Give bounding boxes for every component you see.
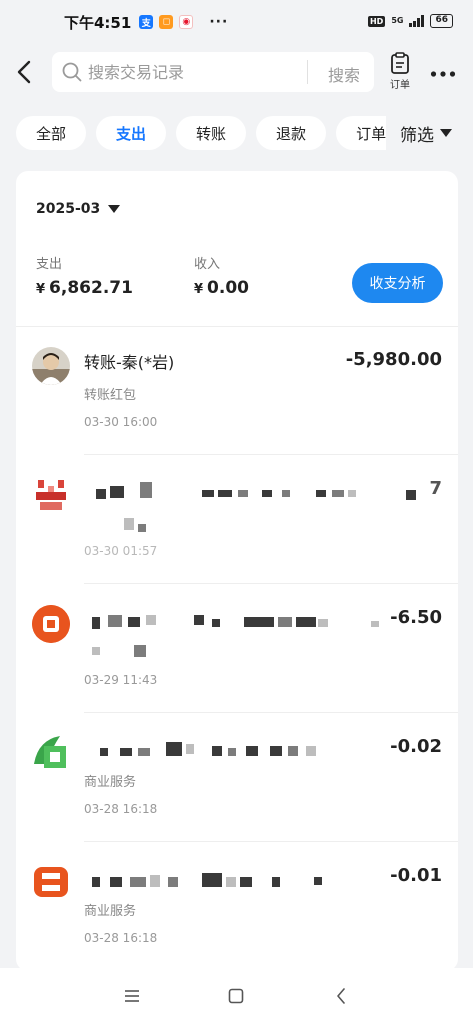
- tab-expense[interactable]: 支出: [96, 116, 167, 150]
- transaction-row[interactable]: -0.02 商业服务 03-28 16:18: [16, 714, 458, 842]
- transaction-time: 03-28 16:18: [84, 931, 158, 945]
- alipay-notification-icon: 支: [139, 15, 154, 29]
- currency-symbol: ¥: [194, 282, 204, 297]
- tab-all[interactable]: 全部: [16, 116, 87, 150]
- tab-refund[interactable]: 退款: [256, 116, 327, 150]
- income-total: ¥0.00: [194, 278, 249, 298]
- system-nav-bar: [0, 968, 473, 1024]
- orders-label: 订单: [390, 80, 410, 91]
- filter-label: 筛选: [400, 125, 434, 146]
- divider: [84, 712, 458, 713]
- tab-orders[interactable]: 订单: [336, 116, 386, 150]
- transaction-subtitle: 转账红包: [84, 388, 137, 403]
- divider: [84, 583, 458, 584]
- chevron-left-icon: [17, 60, 31, 84]
- clipboard-icon: [391, 52, 409, 74]
- transaction-amount: 7: [429, 478, 442, 499]
- weibo-notification-icon: ◉: [179, 15, 194, 29]
- income-value: 0.00: [207, 278, 249, 298]
- month-selector[interactable]: 2025-03: [36, 201, 121, 217]
- merchant-logo: [32, 734, 70, 772]
- tab-transfer[interactable]: 转账: [176, 116, 247, 150]
- more-notifications-icon: ···: [209, 14, 229, 30]
- back-triangle-icon: [337, 988, 345, 1004]
- search-button[interactable]: 搜索: [328, 62, 360, 86]
- transaction-row[interactable]: -6.50 03-29 11:43: [16, 585, 458, 713]
- currency-symbol: ¥: [36, 282, 46, 297]
- divider: [84, 841, 458, 842]
- transaction-amount: -0.01: [390, 865, 442, 886]
- transaction-title: 转账-秦(*岩): [84, 353, 175, 372]
- merchant-logo: [32, 476, 70, 514]
- hd-icon: HD: [367, 15, 386, 27]
- transaction-time: 03-28 16:18: [84, 802, 158, 816]
- signal-icon: [409, 15, 425, 27]
- income-title: 收入: [194, 257, 221, 272]
- search-icon: [62, 62, 82, 82]
- status-bar: 下午4:51 支 ◻ ◉ ··· HD 5G 66: [0, 0, 473, 44]
- income-summary: 收入 ¥0.00: [194, 253, 249, 298]
- month-label: 2025-03: [36, 201, 101, 217]
- transaction-amount: -0.02: [390, 736, 442, 757]
- merchant-logo: [32, 605, 70, 643]
- status-time: 下午4:51: [64, 13, 132, 32]
- battery-indicator: 66: [430, 14, 453, 28]
- menu-nav-button[interactable]: [112, 976, 152, 1016]
- divider: [84, 454, 458, 455]
- transaction-row[interactable]: 7 03-30 01:57: [16, 456, 458, 584]
- caret-down-icon: [440, 129, 452, 137]
- orders-button[interactable]: 订单: [386, 52, 414, 94]
- transaction-amount: -5,980.00: [345, 349, 442, 370]
- status-indicators: HD 5G 66: [367, 14, 453, 28]
- filter-button[interactable]: 筛选: [398, 116, 452, 150]
- expense-summary: 支出 ¥6,862.71: [36, 253, 133, 298]
- expense-value: 6,862.71: [49, 278, 133, 298]
- analysis-button[interactable]: 收支分析: [352, 263, 443, 303]
- transaction-time: 03-30 01:57: [84, 544, 158, 558]
- square-home-icon: [229, 988, 244, 1004]
- transaction-amount: -6.50: [390, 607, 442, 628]
- home-nav-button[interactable]: [216, 976, 256, 1016]
- transaction-row[interactable]: -0.01 商业服务 03-28 16:18: [16, 843, 458, 971]
- search-box[interactable]: 搜索: [52, 52, 374, 92]
- transaction-subtitle: 商业服务: [84, 775, 137, 790]
- transactions-card: 2025-03 支出 ¥6,862.71 收入 ¥0.00 收支分析 转账-秦(…: [16, 171, 458, 971]
- more-dots-icon: [430, 71, 456, 77]
- header: 搜索 订单: [0, 48, 473, 96]
- transaction-row[interactable]: 转账-秦(*岩) 转账红包 03-30 16:00 -5,980.00: [16, 327, 458, 455]
- avatar: [32, 347, 70, 385]
- search-divider: [307, 60, 308, 84]
- expense-total: ¥6,862.71: [36, 278, 133, 298]
- back-nav-button[interactable]: [321, 976, 361, 1016]
- back-button[interactable]: [12, 58, 36, 86]
- menu-icon: [125, 990, 140, 1002]
- filter-tabs: 全部 支出 转账 退款 订单: [16, 116, 386, 150]
- caret-down-icon: [108, 205, 121, 213]
- network-type: 5G: [391, 16, 404, 25]
- expense-title: 支出: [36, 257, 63, 272]
- app-notification-icon: ◻: [159, 15, 174, 29]
- more-options-button[interactable]: [430, 62, 456, 83]
- transaction-subtitle: 商业服务: [84, 904, 137, 919]
- search-input[interactable]: [88, 62, 288, 82]
- merchant-logo: [32, 863, 70, 901]
- transaction-time: 03-30 16:00: [84, 415, 158, 429]
- transaction-time: 03-29 11:43: [84, 673, 158, 687]
